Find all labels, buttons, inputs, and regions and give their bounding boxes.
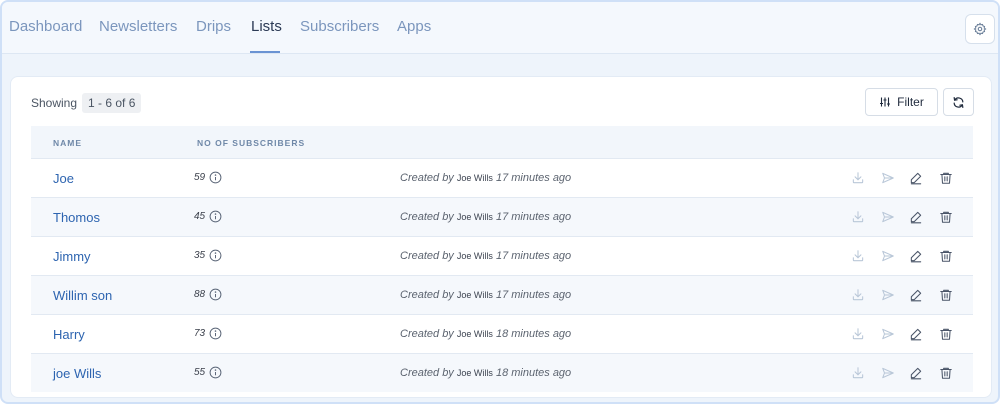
- tab-drips[interactable]: Drips: [196, 18, 231, 35]
- info-icon[interactable]: [209, 210, 222, 223]
- send-icon[interactable]: [881, 210, 895, 224]
- top-navigation: Dashboard Newsletters Drips Lists Subscr…: [2, 2, 998, 54]
- list-name-link[interactable]: Harry: [53, 327, 85, 342]
- active-tab-indicator: [250, 51, 280, 53]
- trash-icon[interactable]: [939, 210, 953, 224]
- table-row: Thomos 45 Created by Joe Wills 17 minute…: [31, 197, 973, 236]
- edit-icon[interactable]: [909, 171, 923, 185]
- send-icon[interactable]: [881, 249, 895, 263]
- send-icon[interactable]: [881, 327, 895, 341]
- creator-name: Joe Wills: [456, 251, 493, 261]
- trash-icon[interactable]: [939, 171, 953, 185]
- created-info: Created by Joe Wills 17 minutes ago: [400, 172, 571, 184]
- subscriber-count: 55: [194, 367, 206, 378]
- info-icon[interactable]: [209, 171, 222, 184]
- table-row: Jimmy 35 Created by Joe Wills 17 minutes…: [31, 236, 973, 275]
- app-window: Dashboard Newsletters Drips Lists Subscr…: [0, 0, 1000, 404]
- subscriber-count: 59: [194, 172, 206, 183]
- tab-subscribers[interactable]: Subscribers: [300, 18, 379, 35]
- list-name-link[interactable]: Willim son: [53, 288, 112, 303]
- created-info: Created by Joe Wills 18 minutes ago: [400, 367, 571, 379]
- creator-name: Joe Wills: [456, 173, 493, 183]
- creator-name: Joe Wills: [456, 212, 493, 222]
- results-summary: Showing 1 - 6 of 6: [31, 93, 142, 113]
- sliders-icon: [880, 97, 891, 107]
- subscriber-count: 88: [194, 289, 206, 300]
- send-icon[interactable]: [881, 366, 895, 380]
- showing-label: Showing: [31, 96, 78, 110]
- creator-name: Joe Wills: [456, 368, 493, 378]
- edit-icon[interactable]: [909, 366, 923, 380]
- download-icon[interactable]: [851, 288, 865, 302]
- created-ago: 17 minutes ago: [495, 211, 572, 223]
- tab-newsletters[interactable]: Newsletters: [99, 18, 177, 35]
- trash-icon[interactable]: [939, 288, 953, 302]
- download-icon[interactable]: [851, 366, 865, 380]
- creator-name: Joe Wills: [456, 329, 493, 339]
- info-icon[interactable]: [209, 366, 222, 379]
- created-prefix: Created by: [400, 328, 454, 340]
- lists-table: NAME NO OF SUBSCRIBERS Joe 59 Created by…: [31, 126, 973, 392]
- trash-icon[interactable]: [939, 366, 953, 380]
- info-icon[interactable]: [209, 327, 222, 340]
- created-info: Created by Joe Wills 18 minutes ago: [400, 328, 571, 340]
- results-range-badge: 1 - 6 of 6: [82, 93, 142, 113]
- lists-panel: Showing 1 - 6 of 6 Filter NAME NO OF SUB…: [10, 76, 992, 398]
- send-icon[interactable]: [881, 171, 895, 185]
- created-prefix: Created by: [400, 172, 454, 184]
- refresh-button[interactable]: [943, 88, 974, 116]
- filter-label: Filter: [897, 95, 924, 109]
- list-name-link[interactable]: Joe: [53, 171, 74, 186]
- created-prefix: Created by: [400, 289, 454, 301]
- header-name: NAME: [53, 138, 83, 148]
- edit-icon[interactable]: [909, 327, 923, 341]
- table-row: joe Wills 55 Created by Joe Wills 18 min…: [31, 353, 973, 392]
- subscriber-count: 73: [194, 328, 206, 339]
- list-name-link[interactable]: Jimmy: [53, 249, 91, 264]
- creator-name: Joe Wills: [456, 290, 493, 300]
- edit-icon[interactable]: [909, 288, 923, 302]
- created-ago: 17 minutes ago: [495, 250, 572, 262]
- refresh-icon: [953, 96, 964, 108]
- created-ago: 17 minutes ago: [495, 289, 572, 301]
- table-header: NAME NO OF SUBSCRIBERS: [31, 126, 973, 158]
- created-prefix: Created by: [400, 211, 454, 223]
- subscriber-count: 45: [194, 211, 206, 222]
- gear-icon: [973, 22, 987, 36]
- list-name-link[interactable]: joe Wills: [53, 366, 101, 381]
- send-icon[interactable]: [881, 288, 895, 302]
- tab-dashboard[interactable]: Dashboard: [9, 18, 82, 35]
- created-ago: 18 minutes ago: [495, 367, 572, 379]
- settings-button[interactable]: [965, 14, 995, 44]
- table-row: Willim son 88 Created by Joe Wills 17 mi…: [31, 275, 973, 314]
- info-icon[interactable]: [209, 288, 222, 301]
- created-info: Created by Joe Wills 17 minutes ago: [400, 211, 571, 223]
- trash-icon[interactable]: [939, 249, 953, 263]
- download-icon[interactable]: [851, 171, 865, 185]
- created-info: Created by Joe Wills 17 minutes ago: [400, 289, 571, 301]
- download-icon[interactable]: [851, 249, 865, 263]
- info-icon[interactable]: [209, 249, 222, 262]
- created-prefix: Created by: [400, 250, 454, 262]
- filter-button[interactable]: Filter: [865, 88, 938, 116]
- created-ago: 17 minutes ago: [495, 172, 572, 184]
- table-row: Joe 59 Created by Joe Wills 17 minutes a…: [31, 158, 973, 197]
- tab-lists[interactable]: Lists: [251, 18, 282, 35]
- list-name-link[interactable]: Thomos: [53, 210, 100, 225]
- created-info: Created by Joe Wills 17 minutes ago: [400, 250, 571, 262]
- header-subscribers: NO OF SUBSCRIBERS: [197, 138, 306, 148]
- trash-icon[interactable]: [939, 327, 953, 341]
- download-icon[interactable]: [851, 327, 865, 341]
- created-prefix: Created by: [400, 367, 454, 379]
- created-ago: 18 minutes ago: [495, 328, 572, 340]
- edit-icon[interactable]: [909, 210, 923, 224]
- table-body: Joe 59 Created by Joe Wills 17 minutes a…: [31, 158, 973, 392]
- subscriber-count: 35: [194, 250, 206, 261]
- edit-icon[interactable]: [909, 249, 923, 263]
- table-row: Harry 73 Created by Joe Wills 18 minutes…: [31, 314, 973, 353]
- tab-apps[interactable]: Apps: [397, 18, 431, 35]
- download-icon[interactable]: [851, 210, 865, 224]
